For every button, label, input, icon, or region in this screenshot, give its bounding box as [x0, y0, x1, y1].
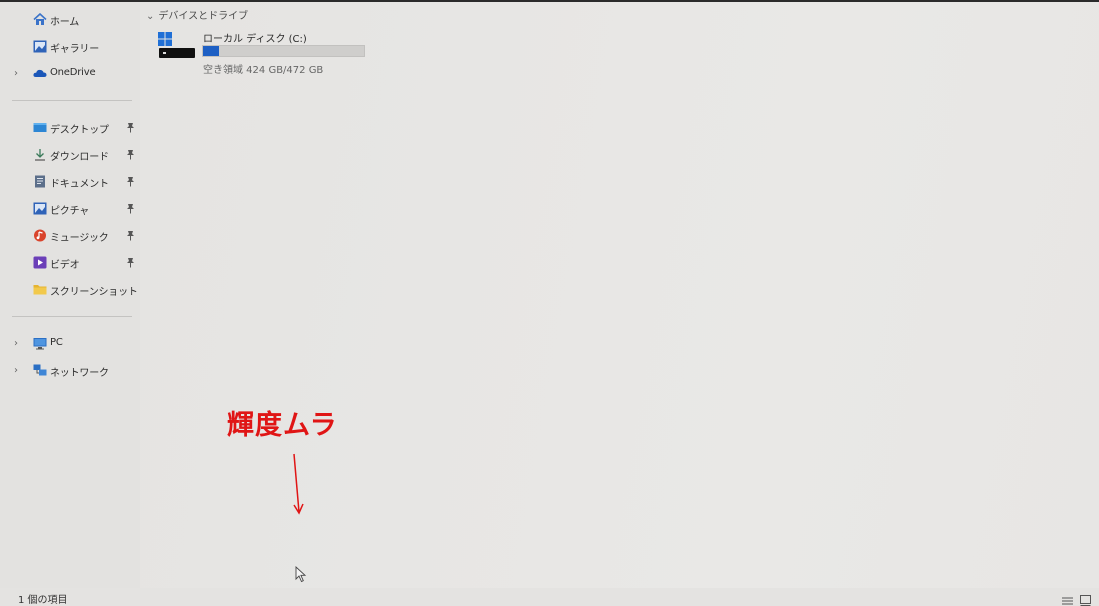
pictures-icon	[33, 202, 47, 215]
sidebar-item-label: デスクトップ	[50, 125, 109, 136]
sidebar-divider	[12, 100, 132, 101]
drive-name: ローカル ディスク (C:)	[203, 34, 307, 45]
annotation-arrow-icon	[293, 453, 304, 515]
file-explorer-window: ホーム ギャラリー › OneDrive デスクトップ ダウンロード ドキュメン…	[0, 0, 1099, 606]
sidebar-item-home[interactable]: ホーム	[0, 9, 140, 31]
pin-icon[interactable]	[126, 149, 135, 160]
sidebar-item-desktop[interactable]: デスクトップ	[0, 117, 140, 139]
sidebar-item-label: ミュージック	[50, 233, 109, 244]
onedrive-cloud-icon	[33, 67, 47, 80]
drive-free-space: 空き領域 424 GB/472 GB	[203, 65, 324, 76]
drive-c-tile[interactable]: ローカル ディスク (C:) 空き領域 424 GB/472 GB	[156, 28, 371, 76]
large-icons-view-icon[interactable]	[1080, 591, 1091, 606]
mouse-cursor-icon	[295, 566, 307, 583]
drive-usage-fill	[203, 46, 220, 56]
chevron-right-icon[interactable]: ›	[14, 365, 18, 376]
sidebar-item-pictures[interactable]: ピクチャ	[0, 198, 140, 220]
drive-usage-bar	[202, 45, 365, 57]
gallery-icon	[33, 40, 47, 53]
sidebar-item-label: ホーム	[50, 17, 80, 28]
sidebar-item-label: スクリーンショット	[50, 287, 138, 298]
sidebar-item-screenshots[interactable]: スクリーンショット	[0, 279, 140, 301]
desktop-folder-icon	[33, 121, 47, 134]
sidebar-item-documents[interactable]: ドキュメント	[0, 171, 140, 193]
details-view-icon[interactable]	[1062, 592, 1073, 606]
network-icon	[33, 364, 47, 377]
section-header-label: デバイスとドライブ	[158, 11, 249, 22]
sidebar-item-label: ギャラリー	[50, 44, 99, 55]
sidebar-item-music[interactable]: ミュージック	[0, 225, 140, 247]
documents-icon	[33, 175, 47, 188]
music-icon	[33, 229, 47, 242]
devices-and-drives-header[interactable]: ⌄ デバイスとドライブ	[146, 7, 248, 22]
sidebar-item-downloads[interactable]: ダウンロード	[0, 144, 140, 166]
home-icon	[33, 12, 47, 26]
videos-icon	[33, 256, 47, 269]
pin-icon[interactable]	[126, 257, 135, 268]
download-icon	[33, 148, 47, 161]
sidebar-item-label: ネットワーク	[50, 368, 109, 379]
chevron-right-icon[interactable]: ›	[14, 338, 18, 349]
window-top-edge	[0, 0, 1099, 2]
pin-icon[interactable]	[126, 176, 135, 187]
sidebar-item-label: OneDrive	[50, 67, 96, 78]
sidebar-divider	[12, 316, 132, 317]
sidebar-item-network[interactable]: › ネットワーク	[0, 360, 140, 382]
sidebar-item-videos[interactable]: ビデオ	[0, 252, 140, 274]
pin-icon[interactable]	[126, 203, 135, 214]
folder-icon	[33, 283, 47, 296]
sidebar-item-label: ドキュメント	[50, 179, 109, 190]
sidebar-item-pc[interactable]: › PC	[0, 333, 140, 355]
sidebar-item-gallery[interactable]: ギャラリー	[0, 36, 140, 58]
sidebar-item-label: ダウンロード	[50, 152, 109, 163]
sidebar-item-label: ビデオ	[50, 260, 80, 271]
item-count: 1 個の項目	[18, 595, 68, 606]
pc-monitor-icon	[33, 337, 47, 350]
pin-icon[interactable]	[126, 230, 135, 241]
drive-led	[163, 52, 166, 54]
pin-icon[interactable]	[126, 122, 135, 133]
sidebar-item-label: ピクチャ	[50, 206, 90, 217]
sidebar-item-onedrive[interactable]: › OneDrive	[0, 63, 140, 85]
sidebar-item-label: PC	[50, 337, 63, 348]
chevron-right-icon[interactable]: ›	[14, 68, 18, 79]
chevron-down-icon: ⌄	[146, 11, 155, 22]
status-bar: 1 個の項目	[0, 588, 1099, 606]
navigation-pane: ホーム ギャラリー › OneDrive デスクトップ ダウンロード ドキュメン…	[0, 2, 140, 588]
annotation-label: 輝度ムラ	[227, 410, 338, 441]
